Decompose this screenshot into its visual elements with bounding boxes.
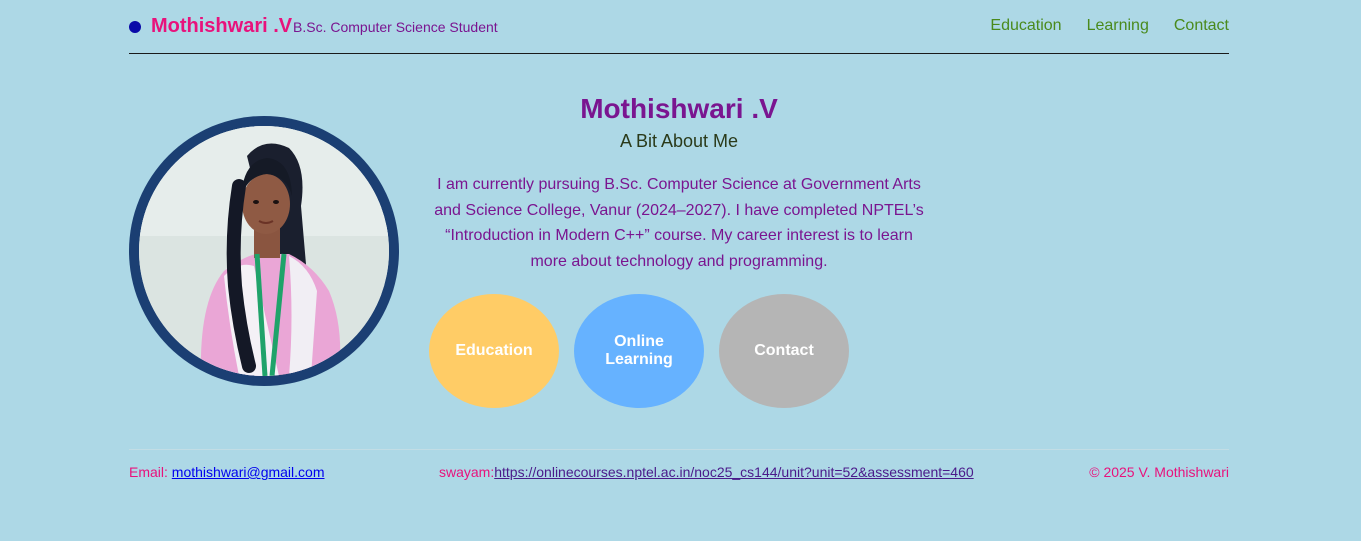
section-buttons: Education Online Learning Contact [429,294,849,408]
online-learning-button[interactable]: Online Learning [574,294,704,408]
avatar [129,116,399,386]
page-subtitle: A Bit About Me [619,131,739,151]
about-paragraph: I am currently pursuing B.Sc. Computer S… [434,176,924,270]
brand-name[interactable]: Mothishwari .V [151,15,292,38]
footer-swayam: swayam:https://onlinecourses.nptel.ac.in… [439,464,974,480]
education-button[interactable]: Education [429,294,559,408]
profile-photo-icon [139,126,389,376]
swayam-link[interactable]: https://onlinecourses.nptel.ac.in/noc25_… [494,464,973,480]
nav-contact[interactable]: Contact [1174,17,1229,35]
portfolio-page: Mothishwari .V B.Sc. Computer Science St… [0,0,1361,541]
page-title: Mothishwari .V [580,93,778,124]
swayam-label: swayam: [439,464,495,480]
education-button-label: Education [455,342,533,359]
nav-education[interactable]: Education [990,17,1061,35]
contact-button-label: Contact [754,342,814,359]
contact-button[interactable]: Contact [719,294,849,408]
nav-learning[interactable]: Learning [1087,17,1149,35]
footer-email: Email: mothishwari@gmail.com [129,464,325,480]
copyright: © 2025 V. Mothishwari [1089,464,1229,480]
main-nav: Education Learning Contact [990,17,1229,35]
profile-photo [139,126,389,376]
brand-subtitle: B.Sc. Computer Science Student [293,19,498,35]
email-link[interactable]: mothishwari@gmail.com [172,464,325,480]
online-learning-button-label: Online Learning [605,333,673,368]
brand-dot-icon [129,21,141,33]
email-label: Email: [129,464,172,480]
footer-divider [129,449,1229,450]
site-header: Mothishwari .V B.Sc. Computer Science St… [129,0,1229,54]
